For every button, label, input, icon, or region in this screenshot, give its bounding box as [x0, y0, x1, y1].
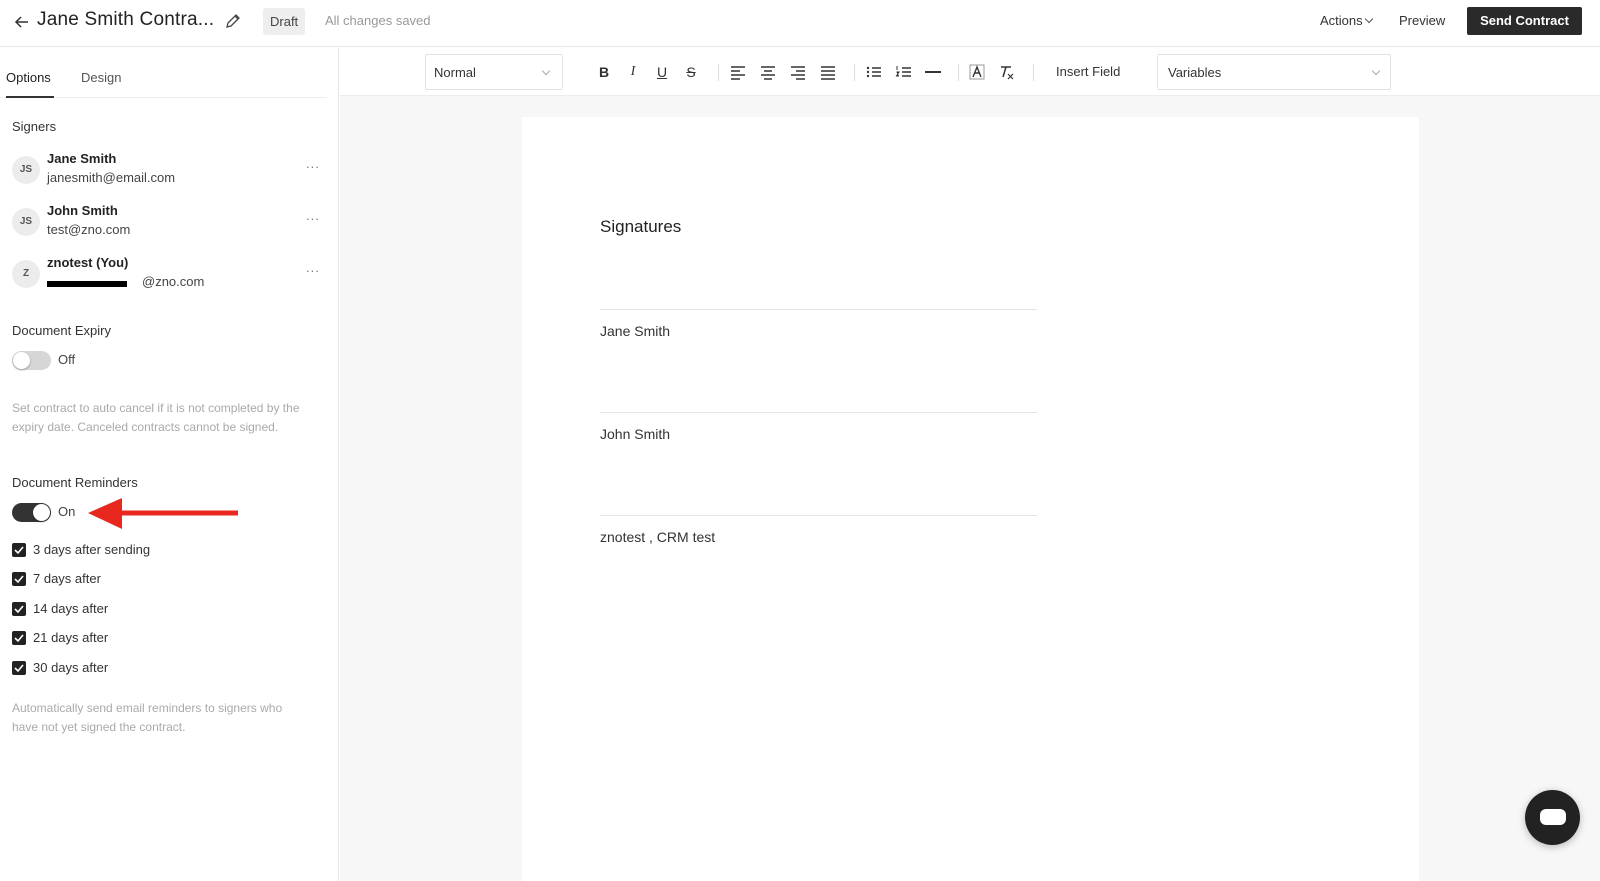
avatar: JS — [12, 208, 40, 236]
numbered-list-icon[interactable] — [894, 62, 914, 82]
panel-tabs: Options Design — [0, 48, 327, 98]
expiry-state-label: Off — [58, 352, 76, 367]
toolbar-divider — [958, 64, 959, 81]
bullet-list-icon[interactable] — [864, 62, 884, 82]
avatar: JS — [12, 156, 40, 184]
signer-email: @zno.com — [142, 274, 205, 289]
signer-name: Jane Smith — [47, 151, 117, 166]
annotation-arrow-icon — [88, 498, 238, 529]
signer-item: JS John Smith test@zno.com ... — [12, 203, 322, 243]
italic-icon[interactable]: I — [623, 62, 643, 82]
chevron-down-icon — [1371, 66, 1381, 76]
align-center-icon[interactable] — [758, 62, 778, 82]
toolbar-divider — [718, 64, 719, 81]
checkbox-checked-icon[interactable] — [12, 602, 26, 616]
pencil-icon[interactable] — [224, 12, 242, 30]
signature-name: John Smith — [600, 426, 671, 442]
toolbar-divider — [854, 64, 855, 81]
reminders-state-label: On — [58, 504, 76, 519]
toggle-knob — [13, 352, 30, 369]
status-badge: Draft — [263, 8, 306, 35]
reminders-toggle[interactable] — [12, 503, 51, 522]
signer-email: test@zno.com — [47, 222, 131, 237]
reminder-option-label: 3 days after sending — [33, 542, 151, 557]
more-options-button[interactable]: ... — [306, 156, 320, 171]
tab-design[interactable]: Design — [81, 70, 121, 85]
send-contract-button[interactable]: Send Contract — [1467, 7, 1582, 35]
signer-email: janesmith@email.com — [47, 170, 176, 185]
signature-line — [600, 515, 1037, 516]
signature-line — [600, 412, 1037, 413]
expiry-heading: Document Expiry — [12, 323, 111, 338]
more-options-button[interactable]: ... — [306, 260, 320, 275]
reminder-option-label: 30 days after — [33, 660, 109, 675]
checkbox-checked-icon[interactable] — [12, 572, 26, 586]
signature-name: znotest , CRM test — [600, 529, 716, 545]
chevron-down-icon — [1364, 14, 1373, 24]
top-bar: Jane Smith Contra... Draft All changes s… — [0, 0, 1600, 47]
more-options-button[interactable]: ... — [306, 208, 320, 223]
checkbox-checked-icon[interactable] — [12, 543, 26, 557]
horizontal-rule-icon[interactable] — [923, 62, 943, 82]
variables-select[interactable]: Variables — [1157, 54, 1391, 90]
variables-select-value: Variables — [1168, 65, 1222, 80]
paragraph-style-value: Normal — [434, 65, 476, 80]
reminder-option-label: 21 days after — [33, 630, 109, 645]
signer-name: znotest (You) — [47, 255, 129, 270]
avatar: Z — [12, 260, 40, 288]
active-tab-indicator — [6, 96, 54, 98]
reminder-option-label: 14 days after — [33, 601, 109, 616]
actions-menu[interactable]: Actions — [1320, 13, 1373, 28]
strikethrough-icon[interactable]: S — [681, 62, 701, 82]
checkbox-checked-icon[interactable] — [12, 661, 26, 675]
toggle-knob — [33, 504, 50, 521]
checkbox-checked-icon[interactable] — [12, 631, 26, 645]
back-arrow-icon[interactable] — [12, 12, 32, 32]
clear-format-icon[interactable] — [996, 62, 1016, 82]
underline-icon[interactable]: U — [652, 62, 672, 82]
align-right-icon[interactable] — [788, 62, 808, 82]
document-title: Jane Smith Contra... — [37, 9, 215, 30]
reminders-help-text: Automatically send email reminders to si… — [12, 701, 283, 734]
format-toolbar: Normal B I U S Insert Field Variables — [340, 48, 1600, 96]
tab-options[interactable]: Options — [6, 70, 51, 85]
toolbar-divider — [1033, 64, 1034, 81]
align-left-icon[interactable] — [728, 62, 748, 82]
signatures-heading: Signatures — [600, 217, 682, 236]
chevron-down-icon — [541, 66, 551, 76]
redaction-bar — [47, 281, 127, 287]
signer-item: JS Jane Smith janesmith@email.com ... — [12, 151, 322, 191]
bold-icon[interactable]: B — [594, 62, 614, 82]
options-panel: Options Design Signers JS Jane Smith jan… — [0, 48, 339, 881]
document-page[interactable]: Signatures Jane Smith John Smith znotest… — [522, 117, 1419, 881]
signature-name: Jane Smith — [600, 323, 671, 339]
signer-item: Z znotest (You) @zno.com ... — [12, 255, 322, 295]
preview-button[interactable]: Preview — [1399, 13, 1445, 28]
reminders-heading: Document Reminders — [12, 475, 138, 490]
chat-support-button[interactable] — [1525, 790, 1580, 845]
signers-heading: Signers — [12, 119, 57, 134]
paragraph-style-select[interactable]: Normal — [425, 54, 563, 90]
expiry-toggle[interactable] — [12, 351, 51, 370]
signature-line — [600, 309, 1037, 310]
text-color-icon[interactable] — [967, 62, 987, 82]
insert-field-button[interactable]: Insert Field — [1056, 64, 1120, 79]
reminder-option-label: 7 days after — [33, 571, 101, 586]
actions-label: Actions — [1320, 13, 1363, 28]
editor-area: Normal B I U S Insert Field Variables Si… — [340, 48, 1600, 881]
save-status: All changes saved — [325, 13, 431, 28]
align-justify-icon[interactable] — [818, 62, 838, 82]
expiry-help-text: Set contract to auto cancel if it is not… — [12, 401, 300, 434]
signer-name: John Smith — [47, 203, 118, 218]
chat-bubble-icon — [1540, 809, 1566, 825]
